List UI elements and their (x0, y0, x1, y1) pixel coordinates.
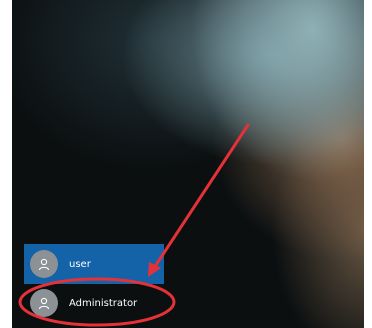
annotation-arrow-head (148, 262, 161, 277)
annotation-arrow-line (152, 123, 250, 270)
annotation-overlay (18, 123, 250, 327)
annotation-highlight-ellipse (18, 277, 176, 327)
lock-screen-background: user Administrator (12, 0, 364, 328)
